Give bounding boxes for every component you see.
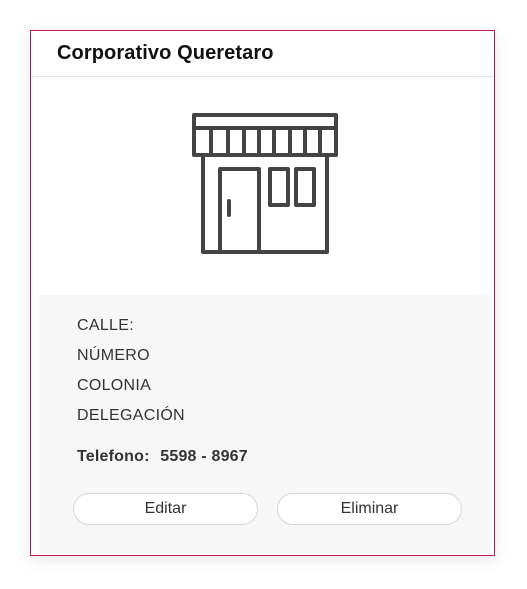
phone-value: 5598 - 8967 [160, 448, 248, 465]
street-label: CALLE: [77, 317, 134, 334]
address-section: CALLE: NÚMERO COLONIA DELEGACIÓN Telefon… [39, 295, 491, 553]
card-header: Corporativo Queretaro [31, 31, 494, 77]
delete-button[interactable]: Eliminar [277, 493, 462, 525]
store-front-icon [191, 113, 338, 254]
neighborhood-label: COLONIA [77, 377, 152, 394]
edit-button[interactable]: Editar [73, 493, 258, 525]
card-image [31, 77, 494, 294]
number-label: NÚMERO [77, 347, 150, 364]
phone-label: Telefono: [77, 448, 150, 465]
district-label: DELEGACIÓN [77, 407, 185, 424]
card-title: Corporativo Queretaro [57, 42, 274, 64]
location-card: Corporativo Queretaro CALLE: NÚMERO COLO… [30, 30, 495, 556]
phone-row: Telefono: 5598 - 8967 [77, 448, 248, 466]
